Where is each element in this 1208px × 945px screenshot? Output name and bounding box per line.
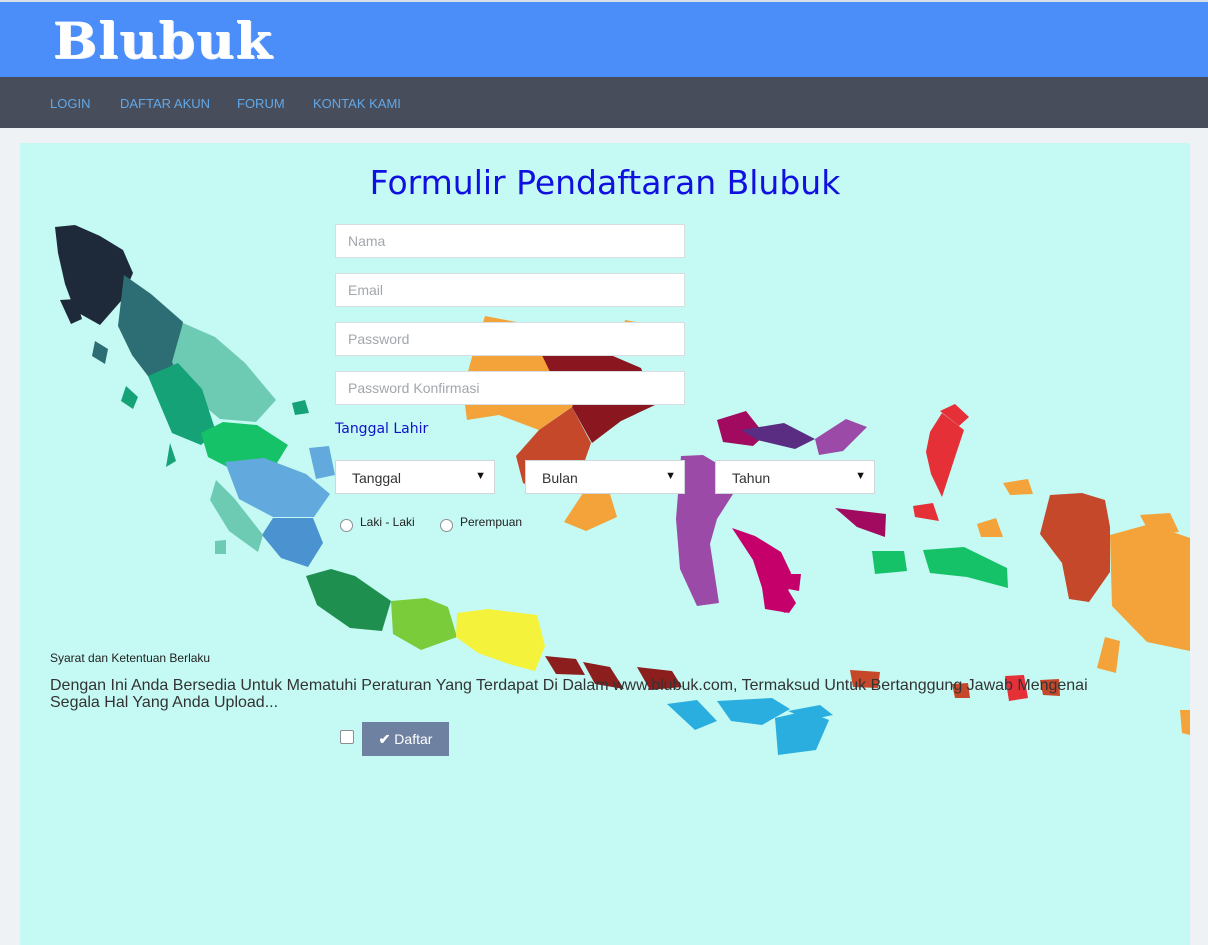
gender-male-label[interactable]: Laki - Laki: [360, 515, 415, 529]
indonesia-map-illustration: [55, 225, 1190, 755]
year-select[interactable]: Tahun ▼: [715, 460, 875, 494]
nav-daftar-akun[interactable]: DAFTAR AKUN: [120, 96, 210, 111]
main-nav: LOGIN DAFTAR AKUN FORUM KONTAK KAMI: [0, 77, 1208, 128]
page-title: Formulir Pendaftaran Blubuk: [369, 163, 841, 202]
birthdate-label: Tanggal Lahir: [335, 421, 429, 437]
site-logo[interactable]: Blubuk: [53, 16, 273, 66]
registration-panel: Formulir Pendaftaran Blubuk Tanggal Lahi…: [20, 143, 1190, 945]
terms-title: Syarat dan Ketentuan Berlaku: [50, 651, 211, 665]
daftar-button-label: Daftar: [394, 730, 433, 747]
year-select-value: Tahun: [732, 470, 771, 486]
nav-login[interactable]: LOGIN: [50, 96, 90, 111]
terms-text: Dengan Ini Anda Bersedia Untuk Mematuhi …: [50, 677, 1088, 711]
nav-kontak-kami[interactable]: KONTAK KAMI: [313, 96, 401, 111]
gender-female-label[interactable]: Perempuan: [460, 515, 522, 529]
month-select[interactable]: Bulan ▼: [525, 460, 685, 494]
password-confirm-input[interactable]: [335, 371, 685, 405]
daftar-button[interactable]: ✔ Daftar: [362, 722, 449, 756]
caret-down-icon: ▼: [665, 470, 676, 482]
top-header: Blubuk: [0, 0, 1208, 77]
gender-male-radio[interactable]: [340, 519, 353, 532]
name-input[interactable]: [335, 224, 685, 258]
caret-down-icon: ▼: [475, 470, 486, 482]
check-icon: ✔: [378, 730, 391, 747]
terms-checkbox[interactable]: [340, 730, 354, 744]
nav-forum[interactable]: FORUM: [237, 96, 285, 111]
password-input[interactable]: [335, 322, 685, 356]
day-select[interactable]: Tanggal ▼: [335, 460, 495, 494]
caret-down-icon: ▼: [855, 470, 866, 482]
month-select-value: Bulan: [542, 470, 578, 486]
gender-female-radio[interactable]: [440, 519, 453, 532]
email-input[interactable]: [335, 273, 685, 307]
day-select-value: Tanggal: [352, 470, 402, 486]
